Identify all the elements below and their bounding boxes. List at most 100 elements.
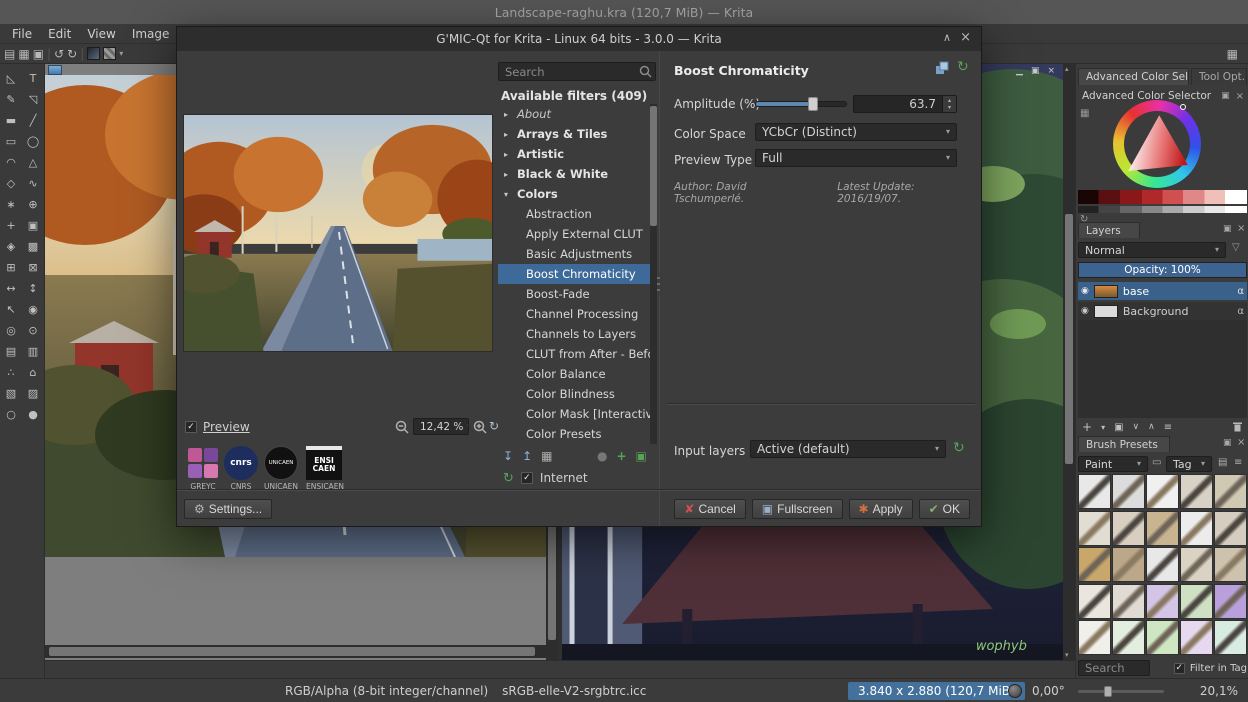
- filter-item-selected[interactable]: Boost Chromaticity: [498, 264, 650, 284]
- tool-icon[interactable]: ○: [0, 404, 22, 425]
- close-docker-icon[interactable]: ×: [1237, 223, 1245, 234]
- preview-zoom-combo[interactable]: 12,42 %▾: [413, 418, 469, 435]
- hue-cursor[interactable]: [1180, 104, 1186, 110]
- scrollbar-thumb[interactable]: [49, 647, 535, 656]
- close-docker-icon[interactable]: ×: [1236, 91, 1244, 102]
- gamut-icon[interactable]: [1008, 684, 1022, 698]
- brush-preset-thumbnail[interactable]: [1078, 510, 1111, 546]
- brush-search-input[interactable]: [1078, 660, 1150, 676]
- brush-icon[interactable]: ▭: [1152, 457, 1161, 468]
- scrollbar-thumb[interactable]: [650, 106, 657, 226]
- brush-preset-thumbnail[interactable]: [1146, 474, 1179, 509]
- filter-item[interactable]: Channel Processing: [498, 304, 650, 324]
- menu-edit[interactable]: Edit: [40, 27, 79, 41]
- selector-settings-icon[interactable]: ▦: [1080, 108, 1089, 119]
- filter-item[interactable]: CLUT from After - Before: [498, 344, 650, 364]
- brush-preset-thumbnail[interactable]: [1078, 547, 1111, 583]
- filter-item[interactable]: Abstraction: [498, 204, 650, 224]
- vertical-scrollbar[interactable]: ▴ ▾: [1063, 64, 1075, 660]
- rotation-value[interactable]: 0,00°: [1032, 679, 1065, 702]
- brush-preset-thumbnail[interactable]: [1214, 547, 1247, 583]
- brush-preset-thumbnail[interactable]: [1078, 474, 1111, 509]
- tool-icon[interactable]: ▩: [22, 236, 44, 257]
- tool-icon[interactable]: ◇: [0, 173, 22, 194]
- save-data-icon[interactable]: ▦: [541, 450, 552, 462]
- filter-layers-icon[interactable]: ▽: [1232, 242, 1240, 253]
- tab-brush-presets[interactable]: Brush Presets: [1078, 436, 1170, 452]
- tool-icon[interactable]: ∿: [22, 173, 44, 194]
- expand-all-icon[interactable]: +: [616, 450, 626, 462]
- filter-item[interactable]: Boost-Fade: [498, 284, 650, 304]
- tool-icon[interactable]: ◎: [0, 320, 22, 341]
- close-docker-icon[interactable]: ×: [1237, 437, 1245, 448]
- fullscreen-button[interactable]: ▣ Fullscreen: [751, 499, 843, 519]
- filter-preview-image[interactable]: [183, 114, 493, 352]
- refresh-layers-icon[interactable]: ↻: [953, 441, 965, 455]
- minimize-icon[interactable]: ▁: [1016, 66, 1023, 76]
- alpha-lock-badge[interactable]: α: [1237, 306, 1244, 317]
- scrollbar-thumb[interactable]: [1065, 214, 1073, 464]
- settings-button[interactable]: ⚙ Settings...: [184, 499, 273, 519]
- filter-category[interactable]: ▸ Artistic: [498, 144, 650, 164]
- close-icon[interactable]: ×: [1047, 66, 1055, 76]
- internet-globe-icon[interactable]: ●: [597, 450, 607, 462]
- tool-icon[interactable]: ▥: [22, 341, 44, 362]
- float-docker-icon[interactable]: ▣: [1223, 438, 1232, 448]
- brush-preset-thumbnail[interactable]: [1078, 583, 1111, 619]
- ok-button[interactable]: ✔ OK: [918, 499, 970, 519]
- filter-category-colors[interactable]: ▾ Colors: [498, 184, 650, 204]
- filter-category[interactable]: ▸ Black & White: [498, 164, 650, 184]
- tool-icon[interactable]: ╱: [22, 110, 44, 131]
- brush-preset-thumbnail[interactable]: [1180, 583, 1213, 619]
- tool-icon[interactable]: ⊕: [22, 194, 44, 215]
- tool-icon[interactable]: +: [0, 215, 22, 236]
- layer-row[interactable]: ◉ Background α: [1078, 302, 1247, 320]
- brush-preset-thumbnail[interactable]: [1112, 474, 1145, 509]
- tool-icon[interactable]: ◉: [22, 299, 44, 320]
- tab-tool-options[interactable]: Tool Opt...: [1191, 68, 1247, 85]
- filter-item[interactable]: Color Presets: [498, 424, 650, 444]
- window-titlebar[interactable]: Landscape-raghu.kra (120,7 MiB) — Krita: [0, 0, 1248, 24]
- filter-search-input[interactable]: [498, 62, 656, 81]
- zoom-value[interactable]: 20,1%: [1200, 679, 1238, 702]
- color-space-dropdown[interactable]: YCbCr (Distinct) ▾: [755, 123, 957, 141]
- tool-icon[interactable]: ◺: [0, 68, 22, 89]
- filter-search-box[interactable]: [498, 62, 656, 81]
- preset-group-dropdown[interactable]: Paint ▾: [1078, 456, 1148, 472]
- filter-item[interactable]: Basic Adjustments: [498, 244, 650, 264]
- tool-icon[interactable]: ▬: [0, 110, 22, 131]
- tool-icon[interactable]: ↖: [0, 299, 22, 320]
- scroll-down-icon[interactable]: ▾: [1065, 651, 1069, 659]
- tool-icon[interactable]: ◠: [0, 152, 22, 173]
- tool-icon[interactable]: ⊙: [22, 320, 44, 341]
- brush-preset-thumbnail[interactable]: [1146, 547, 1179, 583]
- spin-buttons[interactable]: ▴ ▾: [942, 96, 956, 112]
- layer-visible-icon[interactable]: ◉: [1081, 286, 1089, 296]
- remove-fave-icon[interactable]: ↥: [522, 450, 532, 462]
- tool-icon[interactable]: ●: [22, 404, 44, 425]
- tool-icon[interactable]: ◹: [22, 89, 44, 110]
- open-document-icon[interactable]: ▦: [18, 48, 29, 60]
- menu-file[interactable]: File: [4, 27, 40, 41]
- delete-layer-icon[interactable]: [1232, 421, 1243, 433]
- preview-type-dropdown[interactable]: Full ▾: [755, 149, 957, 167]
- add-fave-icon[interactable]: ↧: [503, 450, 513, 462]
- brush-preset-thumbnail[interactable]: [1214, 620, 1247, 656]
- pattern-swatch[interactable]: [103, 47, 117, 60]
- tool-icon[interactable]: △: [22, 152, 44, 173]
- tool-icon[interactable]: ∗: [0, 194, 22, 215]
- filter-category[interactable]: ▸ About: [498, 104, 650, 124]
- move-layer-down-icon[interactable]: ∨: [1133, 422, 1140, 432]
- tool-icon[interactable]: T: [22, 68, 44, 89]
- tool-icon[interactable]: ↔: [0, 278, 22, 299]
- undo-icon[interactable]: ↺: [54, 48, 64, 60]
- brush-preset-thumbnail[interactable]: [1112, 510, 1145, 546]
- redo-icon[interactable]: ↻: [67, 48, 77, 60]
- apply-button[interactable]: ✱ Apply: [848, 499, 913, 519]
- cancel-button[interactable]: ✘ Cancel: [674, 499, 746, 519]
- collapse-all-icon[interactable]: ▣: [636, 450, 647, 462]
- tool-icon[interactable]: ▧: [0, 383, 22, 404]
- copy-command-icon[interactable]: [935, 61, 950, 76]
- zoom-slider[interactable]: [1078, 686, 1164, 697]
- tool-icon[interactable]: ⊞: [0, 257, 22, 278]
